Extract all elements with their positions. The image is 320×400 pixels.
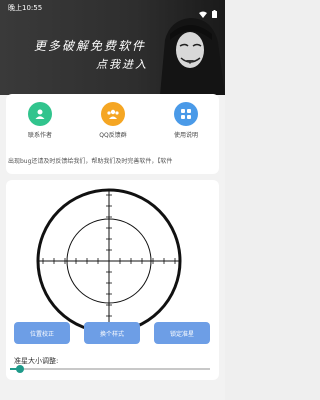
usage-guide-button[interactable]: 使用说明 <box>156 102 216 139</box>
crosshair-panel <box>6 180 219 380</box>
actions-card: 联系作者 QQ反馈群 使用说明 出现bug还请及时反馈给我们，帮助我们及时完善软… <box>6 94 219 174</box>
group-icon <box>101 102 125 126</box>
battery-icon <box>212 3 217 22</box>
banner-subtitle: 点我进入 <box>96 58 148 71</box>
slider-knob[interactable] <box>16 365 24 373</box>
action-label: QQ反馈群 <box>99 132 127 139</box>
wifi-icon <box>199 3 207 22</box>
status-bar: 晚上10:55 <box>0 0 225 18</box>
change-style-button[interactable]: 换个样式 <box>84 322 140 344</box>
notice-ticker: 出现bug还请及时反馈给我们，帮助我们及时完善软件，【软件 <box>8 158 173 165</box>
crosshair-size-slider[interactable] <box>10 365 210 373</box>
contact-icon <box>28 102 52 126</box>
crosshair-preview <box>36 188 182 334</box>
help-icon <box>174 102 198 126</box>
status-time: 晚上10:55 <box>8 4 43 12</box>
action-label: 使用说明 <box>173 132 198 139</box>
app-screen: 晚上10:55 更多破解免费软件 点我进入 联系作者 QQ反馈群 使用说明 出现… <box>0 0 225 400</box>
qq-feedback-group-button[interactable]: QQ反馈群 <box>83 102 143 139</box>
lock-crosshair-button[interactable]: 锁定准星 <box>154 322 210 344</box>
contact-author-button[interactable]: 联系作者 <box>10 102 70 139</box>
promo-banner[interactable]: 晚上10:55 更多破解免费软件 点我进入 <box>0 0 225 95</box>
status-icons <box>199 3 217 22</box>
action-label: 联系作者 <box>27 132 52 139</box>
banner-title: 更多破解免费软件 <box>34 39 147 53</box>
calibrate-position-button[interactable]: 位置校正 <box>14 322 70 344</box>
slider-track <box>10 368 210 370</box>
